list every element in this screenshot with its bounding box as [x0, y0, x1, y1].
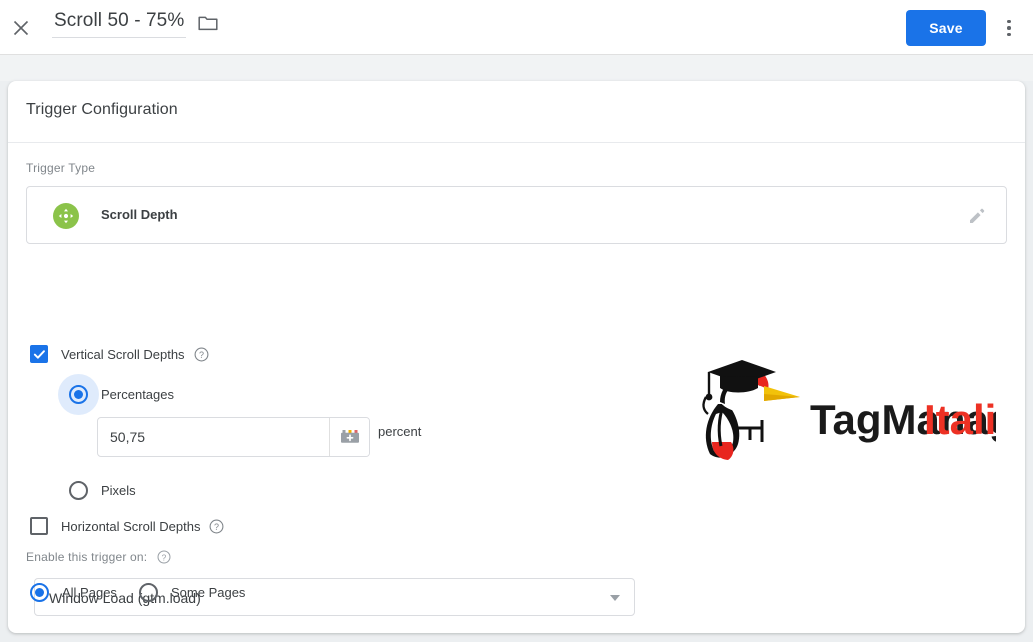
folder-icon[interactable]: [198, 14, 218, 32]
trigger-configuration-card: Trigger Configuration Trigger Type Scrol…: [8, 81, 1025, 633]
svg-text:?: ?: [162, 552, 167, 562]
insert-variable-button[interactable]: [329, 418, 369, 456]
pixels-radio[interactable]: [69, 481, 88, 500]
all-pages-label: All Pages: [62, 585, 117, 600]
close-button[interactable]: [5, 12, 37, 44]
vertical-scroll-depths-checkbox[interactable]: [30, 345, 48, 363]
vertical-scroll-depths-label: Vertical Scroll Depths: [61, 346, 185, 362]
some-pages-radio[interactable]: [139, 583, 158, 602]
pixels-label: Pixels: [101, 483, 136, 498]
svg-text:?: ?: [214, 522, 219, 532]
more-vert-icon[interactable]: [994, 12, 1024, 44]
some-pages-label: Some Pages: [171, 585, 246, 600]
check-icon: [33, 349, 45, 359]
title-area: Scroll 50 - 75%: [52, 10, 218, 38]
percentages-input[interactable]: [98, 418, 329, 456]
some-pages-radio-row[interactable]: Some Pages: [139, 583, 245, 602]
horizontal-scroll-depths-label: Horizontal Scroll Depths: [61, 518, 201, 534]
trigger-name-input[interactable]: Scroll 50 - 75%: [52, 10, 187, 38]
horizontal-scroll-depths-row[interactable]: Horizontal Scroll Depths ?: [30, 517, 224, 535]
help-circle-icon: ?: [210, 519, 224, 533]
percentages-radio-row[interactable]: Percentages: [58, 374, 174, 415]
chevron-down-icon: [610, 595, 620, 601]
insert-variable-icon: [340, 430, 359, 443]
trigger-type-name: Scroll Depth: [101, 207, 178, 222]
close-icon: [13, 20, 29, 36]
all-pages-radio-row[interactable]: All Pages: [30, 583, 117, 602]
help-icon[interactable]: ?: [194, 347, 209, 362]
page-title: Trigger Configuration: [26, 101, 178, 118]
svg-text:?: ?: [199, 350, 204, 360]
help-circle-icon: ?: [194, 347, 209, 361]
save-button[interactable]: Save: [906, 10, 986, 46]
divider: [8, 142, 1025, 143]
woodpecker-graduate-logo: TagManager Italia: [702, 360, 996, 460]
enable-trigger-on-row: Enable this trigger on: ?: [26, 549, 171, 564]
app-header: Scroll 50 - 75% Save: [0, 0, 1033, 55]
percentages-radio[interactable]: [69, 385, 88, 404]
all-pages-radio[interactable]: [30, 583, 49, 602]
edit-trigger-type-button[interactable]: [964, 204, 988, 228]
help-icon[interactable]: ?: [209, 519, 224, 534]
logo-text-red: Italia: [924, 396, 996, 443]
vertical-scroll-depths-row[interactable]: Vertical Scroll Depths ?: [30, 345, 209, 363]
percentages-input-wrap[interactable]: [97, 417, 370, 457]
page-background-band: [0, 55, 1033, 81]
help-icon[interactable]: ?: [156, 549, 171, 564]
scroll-depth-icon: [53, 203, 79, 229]
enable-trigger-on-select[interactable]: Window Load (gtm.load): [34, 578, 635, 616]
trigger-type-box[interactable]: Scroll Depth: [26, 186, 1007, 244]
pencil-icon: [969, 208, 984, 223]
tagmanageritalia-logo: TagManager Italia: [676, 356, 996, 464]
percent-unit-label: percent: [378, 424, 422, 439]
four-way-arrow-icon: [58, 208, 74, 224]
percentages-label: Percentages: [101, 387, 174, 402]
help-circle-icon: ?: [157, 550, 171, 563]
pixels-radio-row[interactable]: Pixels: [69, 481, 136, 500]
trigger-type-label: Trigger Type: [26, 161, 96, 175]
enable-trigger-on-label: Enable this trigger on:: [26, 549, 148, 564]
horizontal-scroll-depths-checkbox[interactable]: [30, 517, 48, 535]
